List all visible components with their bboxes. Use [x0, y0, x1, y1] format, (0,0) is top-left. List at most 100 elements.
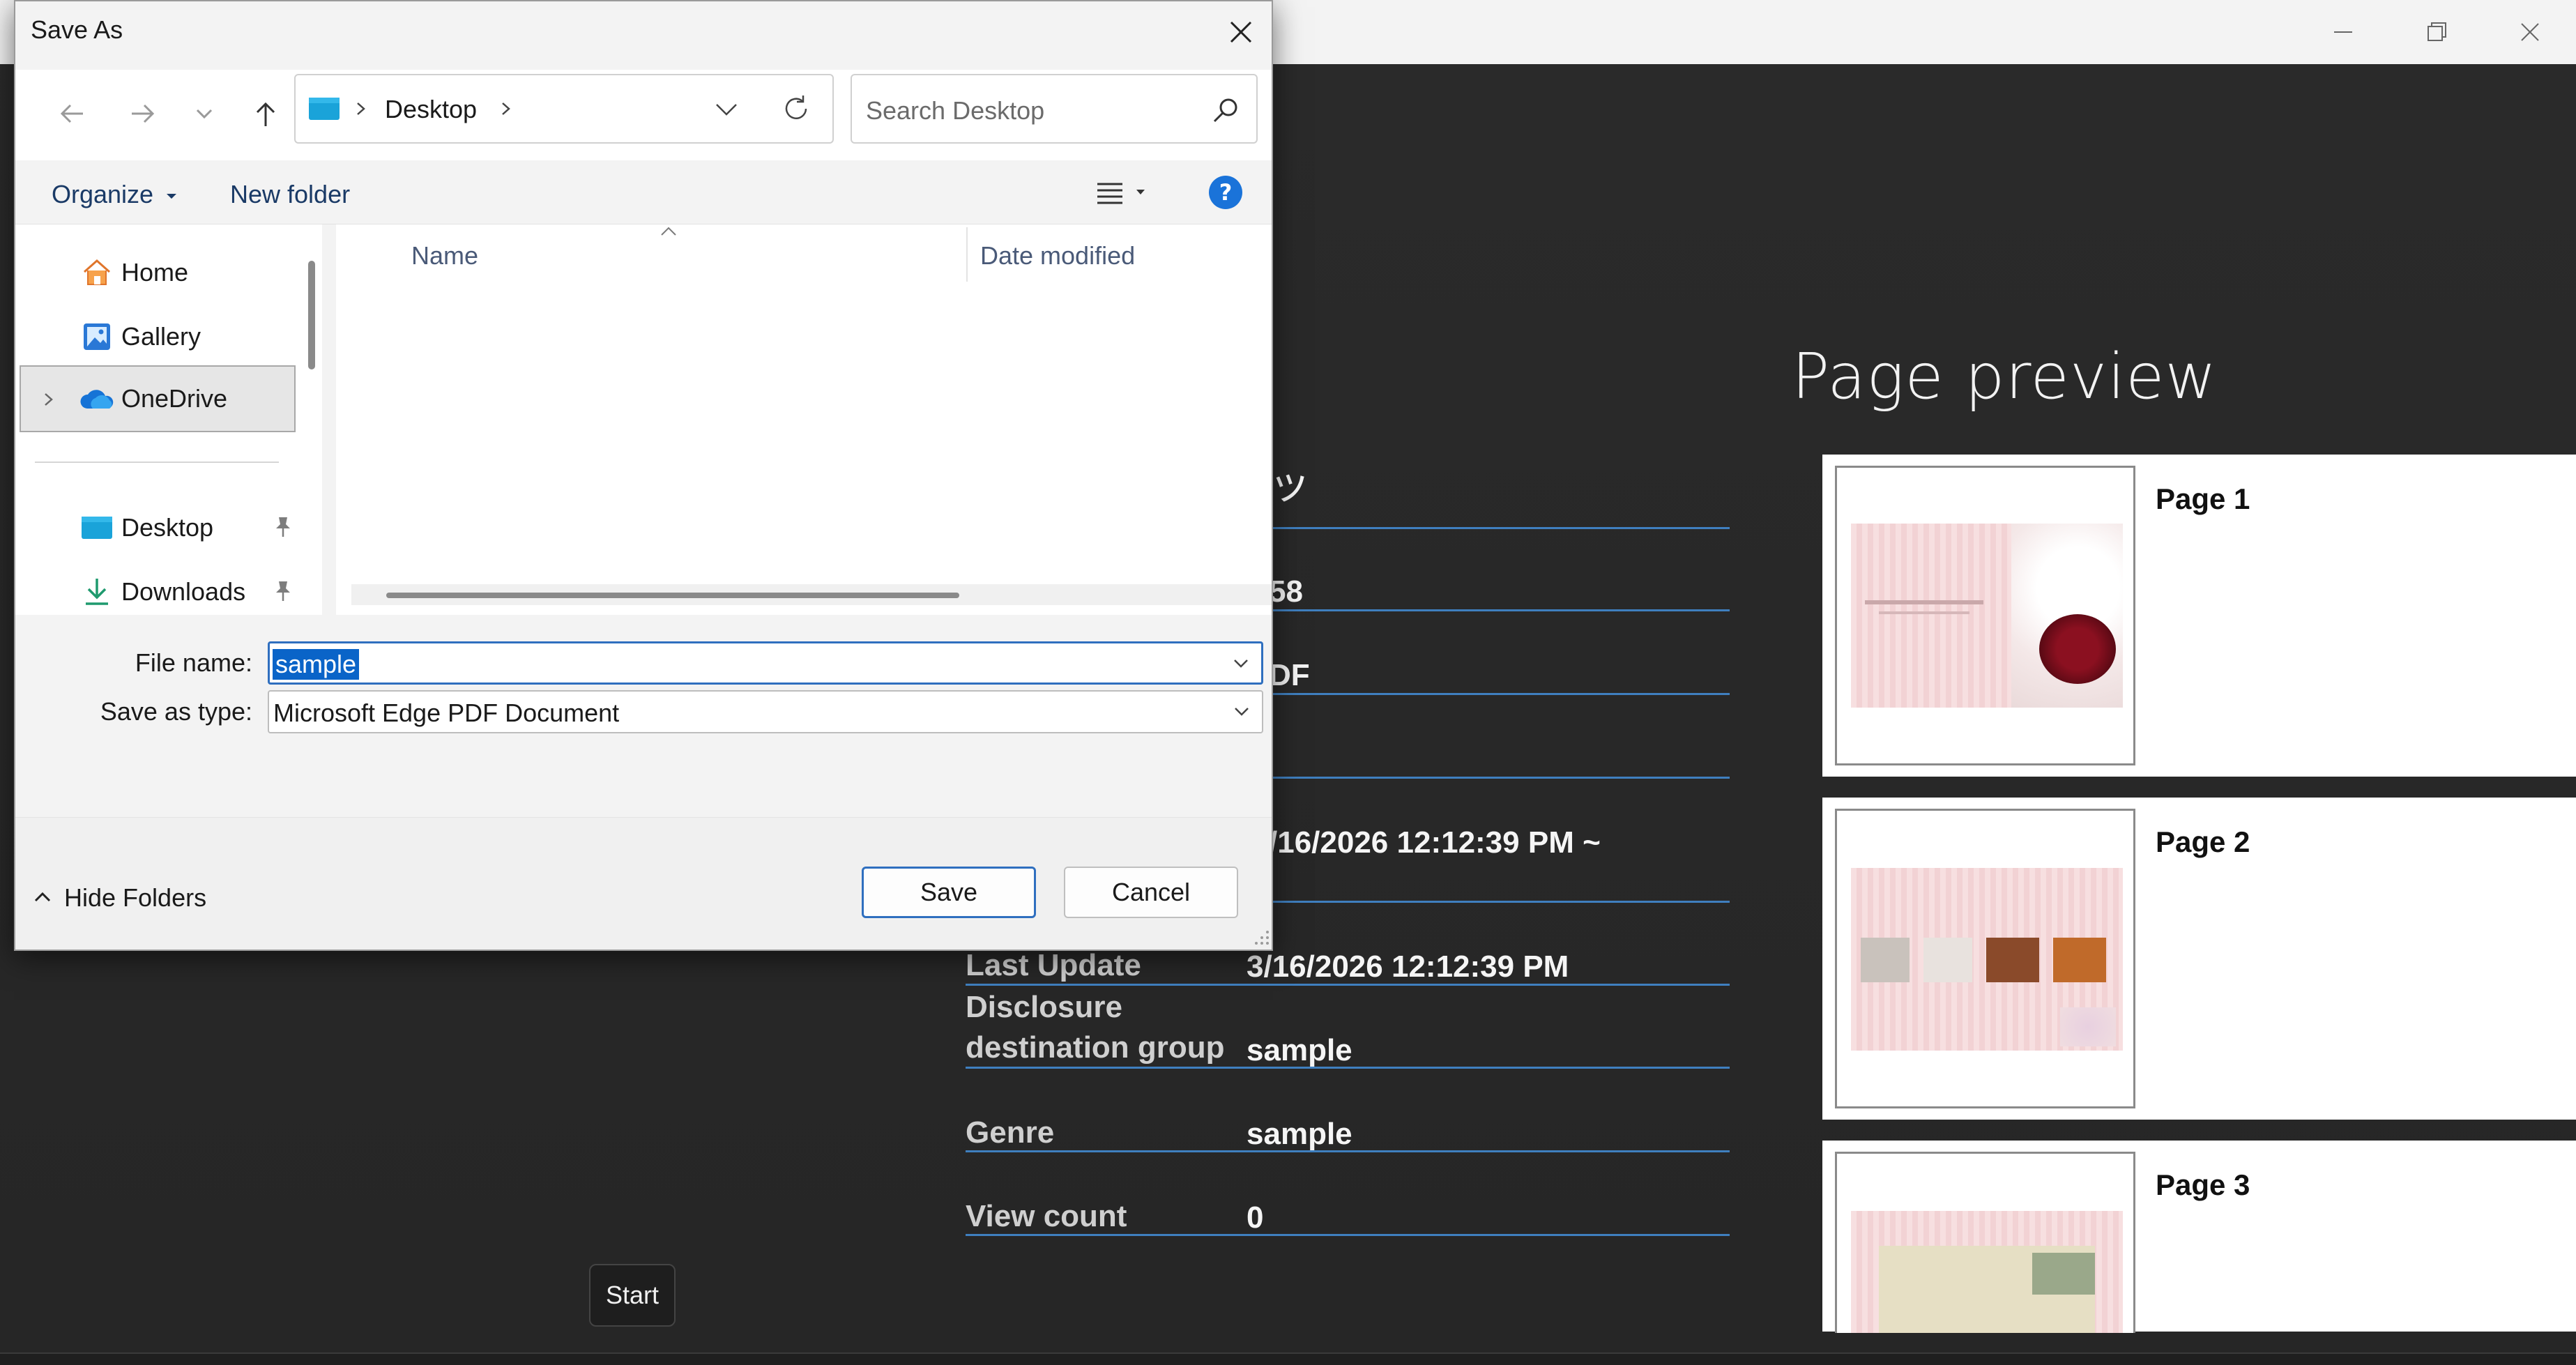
home-icon — [78, 254, 116, 291]
save-type-select[interactable]: Microsoft Edge PDF Document — [268, 690, 1263, 733]
file-name-label: File name: — [135, 648, 252, 677]
gallery-icon — [78, 318, 116, 356]
row-divider — [966, 1234, 1730, 1236]
horizontal-scrollbar[interactable] — [386, 593, 959, 598]
nav-item-onedrive[interactable]: OneDrive — [20, 365, 296, 432]
file-name-field[interactable]: sample — [268, 641, 1263, 685]
cancel-button[interactable]: Cancel — [1064, 867, 1238, 918]
last-update-label: Last Update — [966, 948, 1141, 982]
dialog-toolbar: Organize New folder ? — [15, 160, 1272, 224]
page-card-1[interactable]: Page 1 — [1822, 455, 2576, 777]
onedrive-icon — [78, 380, 116, 418]
period-fragment: /16/2026 12:12:39 PM ~ — [1269, 825, 1601, 860]
breadcrumb-chevron-icon — [354, 96, 368, 125]
up-arrow-icon[interactable] — [241, 89, 290, 138]
nav-item-desktop[interactable]: Desktop — [20, 498, 296, 558]
expand-chevron-icon[interactable] — [40, 388, 57, 418]
genre-value: sample — [1247, 1117, 1352, 1151]
column-divider[interactable] — [966, 227, 968, 282]
nav-item-label: Gallery — [121, 322, 201, 351]
forward-arrow-icon[interactable] — [119, 89, 167, 138]
nav-item-gallery[interactable]: Gallery — [20, 307, 296, 367]
nav-item-home[interactable]: Home — [20, 243, 296, 303]
file-list-pane: Name Date modified — [336, 224, 1272, 615]
hide-folders-toggle[interactable]: Hide Folders — [32, 883, 206, 913]
organize-label: Organize — [52, 180, 154, 208]
new-folder-button[interactable]: New folder — [230, 180, 350, 209]
nav-item-label: Home — [121, 258, 189, 287]
search-input[interactable]: Search Desktop — [866, 96, 1044, 125]
breadcrumb-desktop[interactable]: Desktop — [385, 95, 477, 124]
save-button[interactable]: Save — [862, 867, 1036, 918]
preview-heading: Page preview — [1792, 340, 2218, 413]
organize-menu[interactable]: Organize — [52, 180, 178, 209]
page-label: Page 2 — [2156, 825, 2250, 858]
hide-folders-label: Hide Folders — [64, 883, 207, 912]
disclosure-label-line2: destination group — [966, 1030, 1225, 1065]
refresh-icon[interactable] — [779, 92, 813, 129]
info-value-fragment: 58 — [1269, 574, 1303, 609]
pin-icon[interactable] — [270, 514, 296, 546]
app-close-icon[interactable] — [2483, 0, 2576, 64]
search-icon[interactable] — [1210, 95, 1241, 129]
navigation-pane: Home Gallery OneDrive Desktop Downloads — [15, 224, 322, 615]
dropdown-caret-icon — [167, 194, 177, 199]
save-type-value: Microsoft Edge PDF Document — [273, 699, 620, 727]
horizontal-scrollbar-track — [351, 584, 1272, 605]
address-bar[interactable]: Desktop — [294, 74, 834, 144]
back-arrow-icon[interactable] — [47, 89, 96, 138]
row-divider — [966, 1150, 1730, 1152]
help-icon[interactable]: ? — [1207, 174, 1244, 214]
minimize-icon[interactable] — [2296, 0, 2390, 64]
nav-pane-scrollbar[interactable] — [308, 261, 315, 369]
page-thumbnail — [1835, 809, 2135, 1108]
desktop-icon — [78, 509, 116, 547]
save-type-dropdown-icon[interactable] — [1231, 701, 1252, 726]
column-header-date-modified[interactable]: Date modified — [980, 241, 1135, 270]
start-button[interactable]: Start — [589, 1264, 676, 1327]
chevron-up-icon — [34, 892, 51, 902]
downloads-icon — [78, 573, 116, 611]
restore-icon[interactable] — [2390, 0, 2483, 64]
app-bottom-bar — [0, 1352, 2576, 1365]
page-label: Page 3 — [2156, 1168, 2250, 1201]
disclosure-value: sample — [1247, 1033, 1352, 1067]
nav-divider — [35, 462, 279, 463]
nav-item-label: OneDrive — [121, 384, 228, 413]
save-form: File name: sample Save as type: Microsof… — [15, 615, 1272, 817]
save-as-dialog: Save As Desktop Search Desktop Organize … — [14, 0, 1273, 951]
nav-item-label: Downloads — [121, 577, 246, 606]
genre-label: Genre — [966, 1115, 1055, 1150]
breadcrumb-chevron-icon[interactable] — [499, 96, 513, 125]
page-card-3[interactable]: Page 3 — [1822, 1141, 2576, 1333]
dialog-title: Save As — [31, 15, 123, 44]
nav-item-label: Desktop — [121, 513, 214, 542]
row-divider — [966, 1067, 1730, 1069]
pin-icon[interactable] — [270, 579, 296, 610]
file-name-dropdown-icon[interactable] — [1230, 653, 1251, 678]
view-count-value: 0 — [1247, 1200, 1264, 1235]
view-options-icon[interactable] — [1095, 177, 1150, 211]
file-name-input[interactable]: sample — [273, 649, 360, 680]
page-card-2[interactable]: Page 2 — [1822, 798, 2576, 1120]
info-value-fragment: DF — [1269, 658, 1310, 692]
last-update-value: 3/16/2026 12:12:39 PM — [1247, 950, 1569, 984]
view-count-label: View count — [966, 1199, 1127, 1233]
search-box[interactable]: Search Desktop — [851, 74, 1258, 144]
recent-locations-chevron-icon[interactable] — [180, 89, 229, 138]
title-fragment: ッ — [1269, 461, 1311, 508]
page-thumbnail — [1835, 1152, 2135, 1333]
svg-text:?: ? — [1219, 179, 1233, 206]
resize-grip-icon[interactable] — [1252, 928, 1270, 950]
nav-item-downloads[interactable]: Downloads — [20, 562, 296, 622]
disclosure-label-line1: Disclosure — [966, 990, 1122, 1024]
column-header-name[interactable]: Name — [411, 241, 478, 270]
navigation-bar: Desktop Search Desktop — [15, 70, 1272, 160]
save-type-label: Save as type: — [100, 697, 252, 726]
address-dropdown-icon[interactable] — [712, 96, 740, 125]
row-divider — [966, 984, 1730, 986]
desktop-folder-icon — [308, 96, 340, 125]
dialog-footer: Hide Folders Save Cancel — [15, 817, 1272, 950]
close-icon[interactable] — [1220, 13, 1262, 52]
page-label: Page 1 — [2156, 482, 2250, 515]
